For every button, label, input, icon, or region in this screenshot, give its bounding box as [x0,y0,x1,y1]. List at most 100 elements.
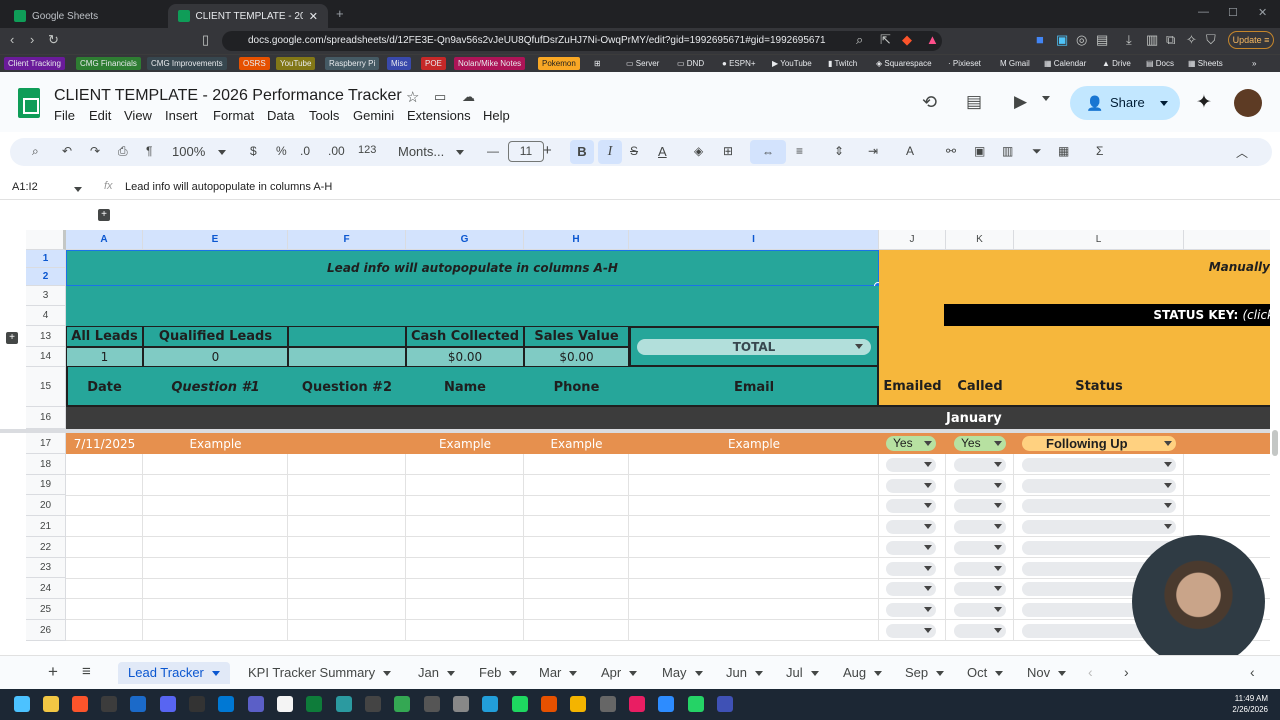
more-formats-button[interactable]: 123 [358,144,376,156]
empty-dropdown[interactable] [886,562,936,576]
column-header-g[interactable]: G [406,230,524,250]
summary-value-cash[interactable]: $0.00 [406,347,524,367]
empty-cell[interactable] [66,599,143,620]
extension-icon[interactable]: ▤ [1096,32,1108,48]
banner-left-cell[interactable]: Lead info will autopopulate in columns A… [66,250,879,286]
header-question-2[interactable]: Question #2 [288,367,406,407]
empty-cell[interactable] [66,578,143,599]
brave-icon[interactable] [72,696,88,712]
menu-view[interactable]: View [124,108,152,123]
avatar[interactable] [1234,89,1262,117]
header-name[interactable]: Name [406,367,524,407]
fill-color-icon[interactable]: ◈ [694,144,703,158]
empty-cell[interactable] [629,516,879,537]
empty-cell[interactable] [288,454,406,475]
collapse-sidepanel-icon[interactable]: ‹ [1250,664,1255,680]
empty-cell[interactable] [629,495,879,516]
app-icon[interactable] [600,696,616,712]
menu-data[interactable]: Data [267,108,294,123]
empty-cell[interactable] [629,558,879,579]
app-icon[interactable] [189,696,205,712]
row-header-13[interactable]: 13 [26,326,66,347]
system-clock[interactable]: 11:49 AM 2/26/2026 [1222,693,1268,715]
empty-dropdown[interactable] [1022,499,1176,513]
app-icon[interactable] [570,696,586,712]
example-question-2[interactable] [288,433,406,454]
start-icon[interactable] [14,696,30,712]
empty-cell[interactable] [288,578,406,599]
font-dropdown-icon[interactable] [456,150,464,155]
empty-cell[interactable] [406,495,524,516]
empty-cell[interactable] [629,620,879,641]
zoom-select[interactable]: 100% [172,144,205,159]
close-window-icon[interactable]: ✕ [1258,6,1267,19]
empty-dropdown[interactable] [954,520,1006,534]
app-icon[interactable] [248,696,264,712]
sidebar-icon[interactable]: ▥ [1146,32,1158,48]
app-icon[interactable] [629,696,645,712]
empty-cell[interactable] [629,475,879,496]
empty-dropdown[interactable] [954,541,1006,555]
menu-extensions[interactable]: Extensions [407,108,471,123]
filter-views-icon[interactable]: ▦ [1058,144,1069,158]
empty-cell[interactable] [524,620,629,641]
sheet-tab-apr[interactable]: Apr [601,662,638,684]
currency-format-button[interactable]: $ [250,144,257,158]
empty-cell[interactable] [66,537,143,558]
print-icon[interactable]: ⎙ [118,144,128,159]
empty-dropdown[interactable] [886,479,936,493]
app-icon[interactable] [130,696,146,712]
add-group-icon[interactable]: + [98,209,110,221]
empty-cell[interactable] [406,454,524,475]
column-header-e[interactable]: E [143,230,288,250]
row-header-3[interactable]: 3 [26,286,66,306]
share-button[interactable]: 👤 Share [1070,86,1180,120]
redo-icon[interactable]: ↷ [90,144,100,158]
spotify-icon[interactable] [512,696,528,712]
notion-icon[interactable] [101,696,117,712]
bookmark-twitch[interactable]: ▮ Twitch [828,57,857,70]
example-date[interactable]: 7/11/2025 [66,433,143,454]
column-header-j[interactable]: J [879,230,946,250]
telegram-icon[interactable] [482,696,498,712]
column-header-h[interactable]: H [524,230,629,250]
empty-cell[interactable] [524,454,629,475]
empty-cell[interactable] [288,599,406,620]
gemini-icon[interactable]: ✦ [1196,91,1212,114]
cloud-status-icon[interactable]: ☁ [462,89,475,105]
empty-cell[interactable] [524,475,629,496]
menu-insert[interactable]: Insert [165,108,198,123]
empty-cell[interactable] [288,558,406,579]
horizontal-align-icon[interactable]: ≡ [796,144,803,158]
row-header-23[interactable]: 23 [26,558,66,578]
whatsapp-icon[interactable] [688,696,704,712]
empty-dropdown[interactable] [886,582,936,596]
row-header-22[interactable]: 22 [26,537,66,558]
example-email[interactable]: Example [629,433,879,454]
empty-cell[interactable] [66,558,143,579]
download-icon[interactable]: ⤓ [1126,32,1132,48]
app-icon[interactable] [394,696,410,712]
empty-dropdown[interactable] [1022,458,1176,472]
example-question-1[interactable]: Example [143,433,288,454]
tab-search-icon[interactable]: ⧉ [1166,32,1175,48]
menu-help[interactable]: Help [483,108,510,123]
header-date[interactable]: Date [66,367,143,407]
summary-value-qualified[interactable]: 0 [143,347,288,367]
browser-tab-sheets[interactable]: Google Sheets [4,4,164,28]
font-select[interactable]: Monts... [398,144,444,159]
empty-cell[interactable] [66,516,143,537]
back-icon[interactable]: ‹ [10,32,14,47]
empty-cell[interactable] [524,516,629,537]
scroll-tabs-right-icon[interactable]: › [1124,664,1129,680]
browser-tab-client-template[interactable]: CLIENT TEMPLATE - 2026 Perfor ✕ [168,4,328,28]
bookmark-folder[interactable]: Raspberry Pi [325,57,380,70]
empty-cell[interactable] [406,475,524,496]
vpn-icon[interactable]: ⛉ [1206,32,1216,48]
percent-format-button[interactable]: % [276,144,287,158]
sheet-tab-sep[interactable]: Sep [905,662,945,684]
row-header-14[interactable]: 14 [26,347,66,367]
empty-dropdown[interactable] [886,603,936,617]
bookmark-sheets[interactable]: ▦ Sheets [1188,57,1223,70]
filter-icon[interactable]: ⏷ [1032,144,1042,159]
